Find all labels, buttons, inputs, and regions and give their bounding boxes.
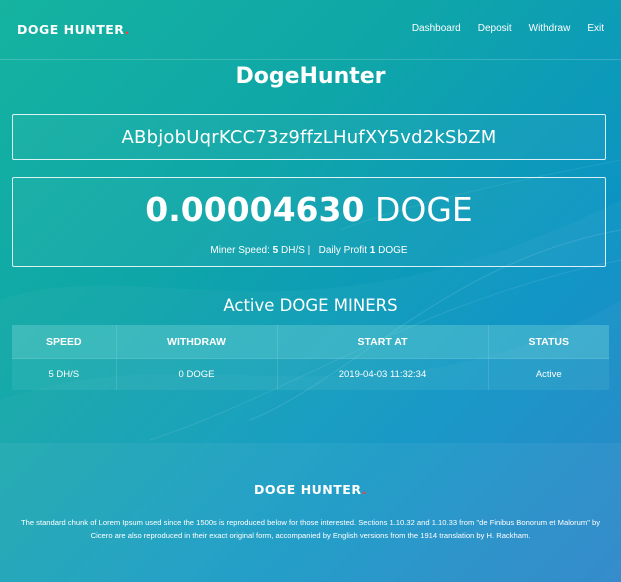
wallet-address-box: ABbjobUqrKCC73z9ffzLHufXY5vd2kSbZM	[12, 114, 606, 160]
miners-table: SPEED WITHDRAW START AT STATUS 5 DH/S 0 …	[12, 325, 609, 390]
brand-text: DOGE HUNTER	[17, 22, 125, 37]
miner-speed-label: Miner Speed:	[210, 245, 270, 256]
main-nav: Dashboard Deposit Withdraw Exit	[412, 23, 604, 34]
miner-speed-value: 5	[272, 245, 279, 256]
page-title: DogeHunter	[235, 64, 386, 89]
brand-logo[interactable]: DOGE HUNTER.	[17, 22, 130, 37]
table-header-row: SPEED WITHDRAW START AT STATUS	[12, 325, 609, 359]
footer-brand-logo[interactable]: DOGE HUNTER.	[0, 482, 621, 497]
cell-speed: 5 DH/S	[12, 358, 117, 390]
nav-deposit[interactable]: Deposit	[478, 23, 512, 34]
miner-speed-unit: DH/S |	[281, 245, 311, 256]
balance-box: 0.00004630 DOGE Miner Speed: 5 DH/S | Da…	[12, 177, 606, 267]
cell-start-at: 2019-04-03 11:32:34	[277, 358, 489, 390]
brand-dot: .	[124, 22, 130, 37]
top-navbar: DOGE HUNTER. Dashboard Deposit Withdraw …	[0, 0, 621, 60]
cell-status: Active	[488, 358, 609, 390]
miner-stats: Miner Speed: 5 DH/S | Daily Profit 1 DOG…	[13, 245, 605, 256]
header-withdraw: WITHDRAW	[116, 325, 278, 359]
nav-dashboard[interactable]: Dashboard	[412, 23, 461, 34]
header-speed: SPEED	[12, 325, 117, 359]
header-start-at: START AT	[277, 325, 489, 359]
balance-display: 0.00004630 DOGE	[13, 190, 605, 229]
header-status: STATUS	[488, 325, 609, 359]
table-row: 5 DH/S 0 DOGE 2019-04-03 11:32:34 Active	[12, 358, 609, 390]
footer: DOGE HUNTER. The standard chunk of Lorem…	[0, 443, 621, 582]
daily-profit-unit: DOGE	[378, 245, 408, 256]
balance-unit: DOGE	[374, 190, 473, 229]
daily-profit-value: 1	[369, 245, 376, 256]
footer-description: The standard chunk of Lorem Ipsum used s…	[20, 518, 601, 540]
footer-brand-text: DOGE HUNTER	[254, 482, 362, 497]
nav-withdraw[interactable]: Withdraw	[529, 23, 571, 34]
balance-amount: 0.00004630	[145, 190, 365, 229]
daily-profit-label: Daily Profit	[318, 245, 367, 256]
wallet-address: ABbjobUqrKCC73z9ffzLHufXY5vd2kSbZM	[121, 127, 497, 148]
cell-withdraw: 0 DOGE	[116, 358, 278, 390]
miners-section-title: Active DOGE MINERS	[223, 296, 398, 315]
footer-brand-dot: .	[361, 482, 367, 497]
nav-exit[interactable]: Exit	[587, 23, 604, 34]
